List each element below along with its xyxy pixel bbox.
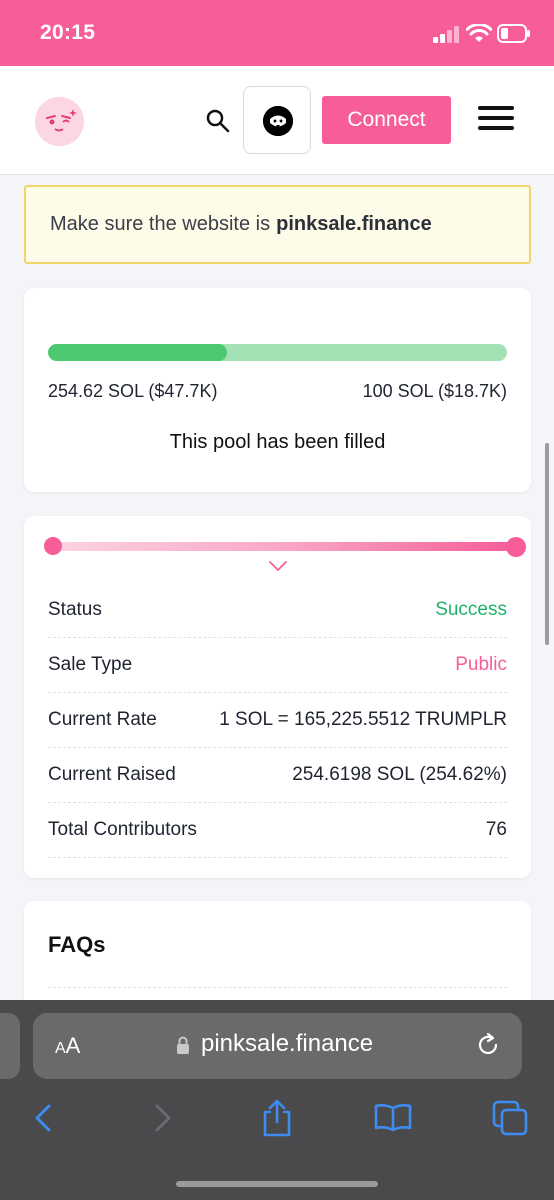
timeline-end-dot <box>506 537 526 557</box>
info-value: Public <box>455 654 507 675</box>
progress-bar <box>48 344 507 361</box>
info-label: Status <box>48 599 102 620</box>
sale-progress-card: 254.62 SOL ($47.7K) 100 SOL ($18.7K) Thi… <box>24 288 531 492</box>
info-label: Sale Type <box>48 654 133 675</box>
pool-status-text: This pool has been filled <box>169 431 386 453</box>
info-value: 1 SOL = 165,225.5512 TRUMPLR <box>219 709 507 730</box>
hamburger-menu-icon[interactable] <box>478 106 514 134</box>
progress-bar-fill <box>48 344 227 361</box>
status-time: 20:15 <box>40 21 96 44</box>
connect-button[interactable]: Connect <box>322 96 451 144</box>
site-header: Connect <box>0 66 554 175</box>
status-bar: 20:15 <box>0 0 554 66</box>
faq-divider <box>48 987 507 988</box>
back-icon[interactable] <box>32 1103 54 1133</box>
timeline-bar <box>53 542 515 551</box>
home-indicator <box>176 1181 378 1187</box>
faq-title: FAQs <box>48 932 106 957</box>
share-icon[interactable] <box>260 1098 294 1138</box>
target-amount: 100 SOL ($18.7K) <box>362 381 507 401</box>
info-row-current-raised: Current Raised 254.6198 SOL (254.62%) <box>48 748 507 803</box>
chain-select-button[interactable] <box>243 86 311 154</box>
reload-icon[interactable] <box>475 1032 501 1058</box>
info-label: Current Raised <box>48 764 176 785</box>
raised-amount: 254.62 SOL ($47.7K) <box>48 381 218 401</box>
bookmarks-icon[interactable] <box>374 1102 412 1132</box>
sale-timeline <box>44 536 526 557</box>
wifi-icon <box>466 24 492 42</box>
info-value: Success <box>435 599 507 620</box>
search-icon[interactable] <box>205 108 231 134</box>
info-row-status: Status Success <box>48 583 507 638</box>
url-text: pinksale.finance <box>201 1030 374 1057</box>
forward-icon[interactable] <box>152 1103 174 1133</box>
sale-info-list: Status Success Sale Type Public Current … <box>48 583 507 858</box>
timeline-start-dot <box>44 537 62 555</box>
chevron-down-icon[interactable] <box>268 560 288 572</box>
sale-info-card: Status Success Sale Type Public Current … <box>24 516 531 878</box>
battery-icon <box>497 24 530 43</box>
info-row-sale-type: Sale Type Public <box>48 638 507 693</box>
page-scrollbar[interactable] <box>545 443 549 645</box>
warning-domain: pinksale.finance <box>276 213 432 235</box>
info-label: Total Contributors <box>48 819 197 840</box>
info-label: Current Rate <box>48 709 157 730</box>
browser-toolbar: AA pinksale.finance <box>0 1000 554 1200</box>
tabs-icon[interactable] <box>492 1100 528 1136</box>
pinksale-logo[interactable] <box>35 97 84 146</box>
info-row-total-contributors: Total Contributors 76 <box>48 803 507 858</box>
previous-tab-peek[interactable] <box>0 1013 20 1079</box>
info-value: 76 <box>485 819 507 840</box>
info-row-current-rate: Current Rate 1 SOL = 165,225.5512 TRUMPL… <box>48 693 507 748</box>
solana-chain-icon <box>263 106 293 136</box>
address-bar[interactable]: AA pinksale.finance <box>33 1013 522 1079</box>
signal-icon <box>433 26 459 43</box>
website-warning-banner: Make sure the website is pinksale.financ… <box>24 185 531 264</box>
info-value: 254.6198 SOL (254.62%) <box>292 764 507 785</box>
lock-icon <box>177 1036 189 1054</box>
logo-face-icon <box>35 97 84 146</box>
warning-text: Make sure the website is <box>50 213 271 235</box>
reader-text-size-button[interactable]: AA <box>55 1033 80 1059</box>
